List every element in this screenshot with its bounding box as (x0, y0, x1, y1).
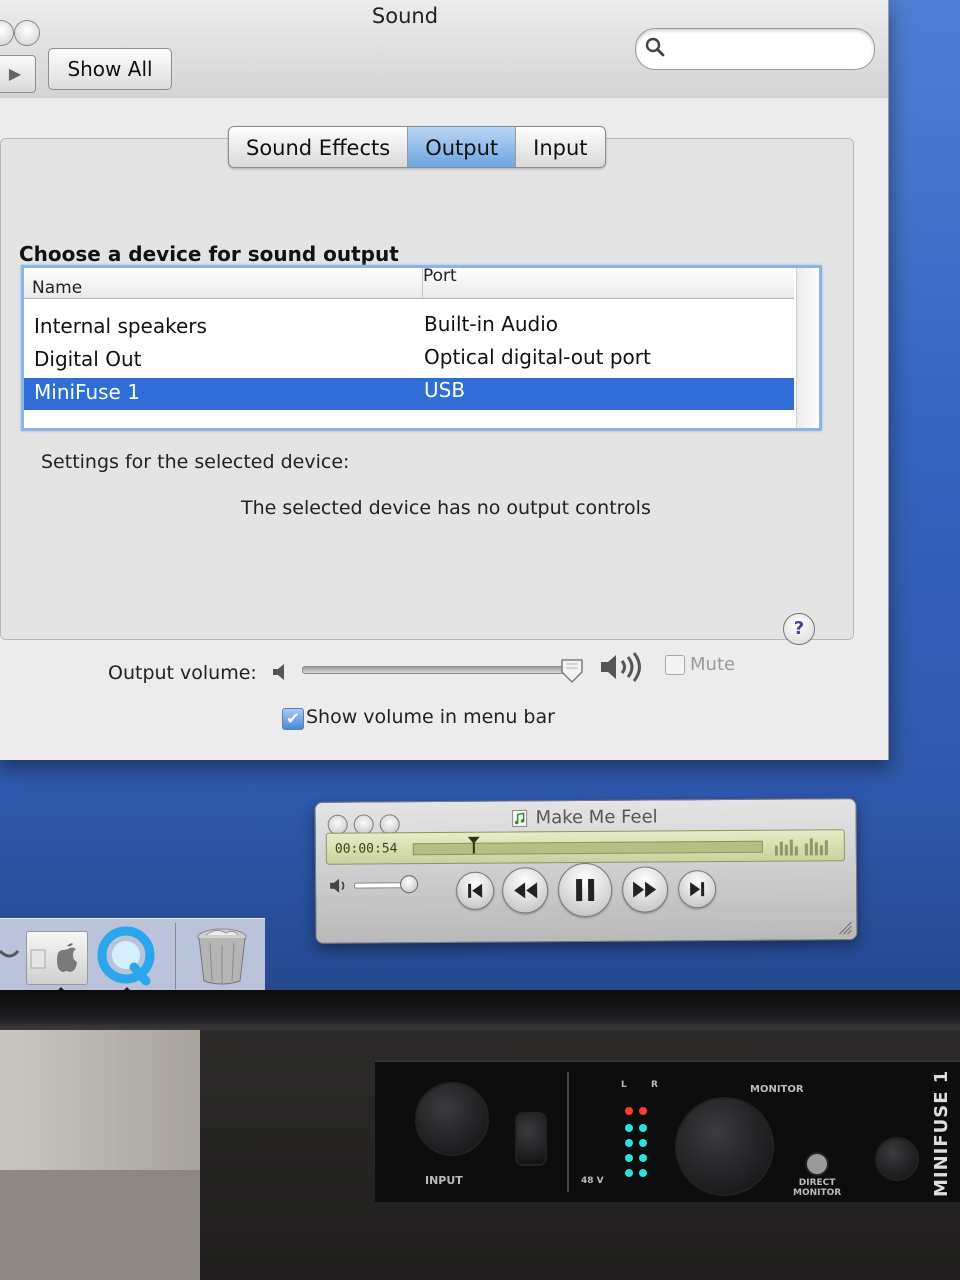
system-preferences-icon[interactable] (26, 931, 88, 985)
device-row-minifuse-1[interactable]: MiniFuse 1 USB (24, 378, 794, 410)
meter-led-red (625, 1107, 633, 1115)
dock-separator (175, 923, 176, 989)
output-device-heading: Choose a device for sound output (19, 242, 399, 266)
input-label: INPUT (425, 1174, 463, 1187)
monitor-bezel (0, 990, 960, 1030)
dock-app-icon[interactable] (0, 939, 22, 979)
tab-panel: Choose a device for sound output Name Po… (0, 138, 854, 645)
no-controls-message: The selected device has no output contro… (241, 497, 651, 519)
audio-level-meter (774, 838, 828, 856)
tab-bar: Sound Effects Output Input (228, 126, 606, 168)
settings-label: Settings for the selected device: (41, 451, 350, 473)
output-volume-label: Output volume: (108, 662, 257, 684)
device-port: Optical digital-out port (424, 345, 651, 369)
quicktime-player-window: Make Me Feel 00:00:54 (314, 798, 858, 944)
show-volume-label: Show volume in menu bar (306, 706, 555, 728)
fast-forward-button[interactable] (621, 866, 669, 913)
window-titlebar: Sound ▶ Show All (0, 0, 888, 99)
meter-led-cyan (639, 1124, 647, 1132)
device-name: Internal speakers (34, 314, 207, 338)
device-port: USB (424, 378, 466, 402)
meter-led-cyan (625, 1169, 633, 1177)
sound-preferences-window: Sound ▶ Show All Choose a device for sou… (0, 0, 889, 760)
player-time: 00:00:54 (334, 841, 398, 857)
tab-sound-effects[interactable]: Sound Effects (229, 127, 409, 167)
speaker-icon (330, 878, 345, 893)
forward-button[interactable]: ▶ (0, 55, 36, 93)
search-icon (645, 37, 665, 57)
player-track-title: Make Me Feel (535, 806, 658, 829)
panel-divider (567, 1072, 569, 1192)
tab-output[interactable]: Output (408, 127, 517, 167)
meter-led-cyan (625, 1154, 633, 1162)
monitor-label: MONITOR (750, 1084, 804, 1095)
playhead-icon[interactable] (467, 836, 481, 854)
skip-back-icon (468, 883, 483, 898)
pause-icon (576, 878, 595, 902)
tab-input[interactable]: Input (516, 127, 604, 167)
phantom-power-label: 48 V (581, 1176, 604, 1186)
mute-checkbox[interactable] (665, 655, 685, 675)
column-header-name[interactable]: Name (32, 278, 82, 298)
headphone-knob (875, 1137, 919, 1181)
window-title: Sound (371, 4, 439, 28)
next-track-button[interactable] (677, 870, 717, 909)
music-note-icon (512, 809, 528, 828)
fast-forward-icon (633, 881, 657, 898)
volume-slider-thumb[interactable] (560, 658, 584, 684)
player-scrubber[interactable] (412, 840, 763, 856)
meter-led-cyan (639, 1139, 647, 1147)
desktop: Sound ▶ Show All Choose a device for sou… (0, 0, 960, 995)
player-lcd: 00:00:54 (325, 829, 845, 865)
meter-led-red (639, 1107, 647, 1115)
monitor-knob (675, 1097, 774, 1196)
audio-interface: INPUT 48 V L R MONITOR DIRECT MONITOR MI… (375, 1060, 960, 1202)
help-button[interactable]: ? (783, 613, 815, 645)
device-row-digital-out[interactable]: Digital Out Optical digital-out port (24, 345, 794, 377)
pause-button[interactable] (557, 862, 613, 918)
device-port: Built-in Audio (424, 312, 559, 336)
resize-grip-icon[interactable] (836, 919, 852, 935)
show-volume-checkbox[interactable]: ✔ (282, 708, 304, 730)
meter-right-label: R (651, 1080, 658, 1090)
trash-icon[interactable] (192, 925, 252, 989)
column-header-port[interactable]: Port (422, 268, 457, 298)
output-device-table[interactable]: Name Port Internal speakers Built-in Aud… (21, 265, 822, 431)
mute-label: Mute (690, 654, 736, 675)
meter-led-cyan (639, 1169, 647, 1177)
brand-label: MINIFUSE 1 (931, 1069, 952, 1197)
skip-forward-icon (690, 882, 705, 897)
device-name: MiniFuse 1 (34, 380, 140, 404)
table-header: Name Port (24, 268, 794, 299)
previous-track-button[interactable] (456, 871, 495, 910)
instrument-switch (515, 1112, 547, 1166)
speaker-low-icon (273, 664, 284, 680)
device-row-internal-speakers[interactable]: Internal speakers Built-in Audio (24, 312, 794, 344)
background-shelf (0, 1170, 200, 1280)
dock (0, 918, 265, 994)
rewind-button[interactable] (501, 867, 549, 914)
meter-led-cyan (625, 1124, 633, 1132)
search-input[interactable] (672, 37, 866, 61)
quicktime-icon[interactable] (94, 925, 158, 989)
meter-led-cyan (639, 1154, 647, 1162)
show-all-button[interactable]: Show All (48, 48, 172, 90)
meter-led-cyan (625, 1139, 633, 1147)
output-volume-slider[interactable] (302, 666, 582, 674)
speaker-high-icon (601, 652, 641, 682)
search-field[interactable] (635, 28, 875, 70)
input-jack (415, 1082, 489, 1156)
rewind-icon (514, 882, 538, 899)
play-arrow-icon: ▶ (8, 64, 22, 83)
direct-monitor-button (805, 1152, 829, 1176)
table-scrollbar[interactable] (796, 268, 819, 428)
direct-monitor-label: DIRECT MONITOR (793, 1178, 842, 1198)
player-volume-thumb[interactable] (400, 875, 419, 894)
window-content: Choose a device for sound output Name Po… (0, 98, 888, 760)
apple-logo-icon (30, 943, 77, 972)
device-name: Digital Out (34, 347, 142, 371)
meter-left-label: L (621, 1080, 627, 1090)
